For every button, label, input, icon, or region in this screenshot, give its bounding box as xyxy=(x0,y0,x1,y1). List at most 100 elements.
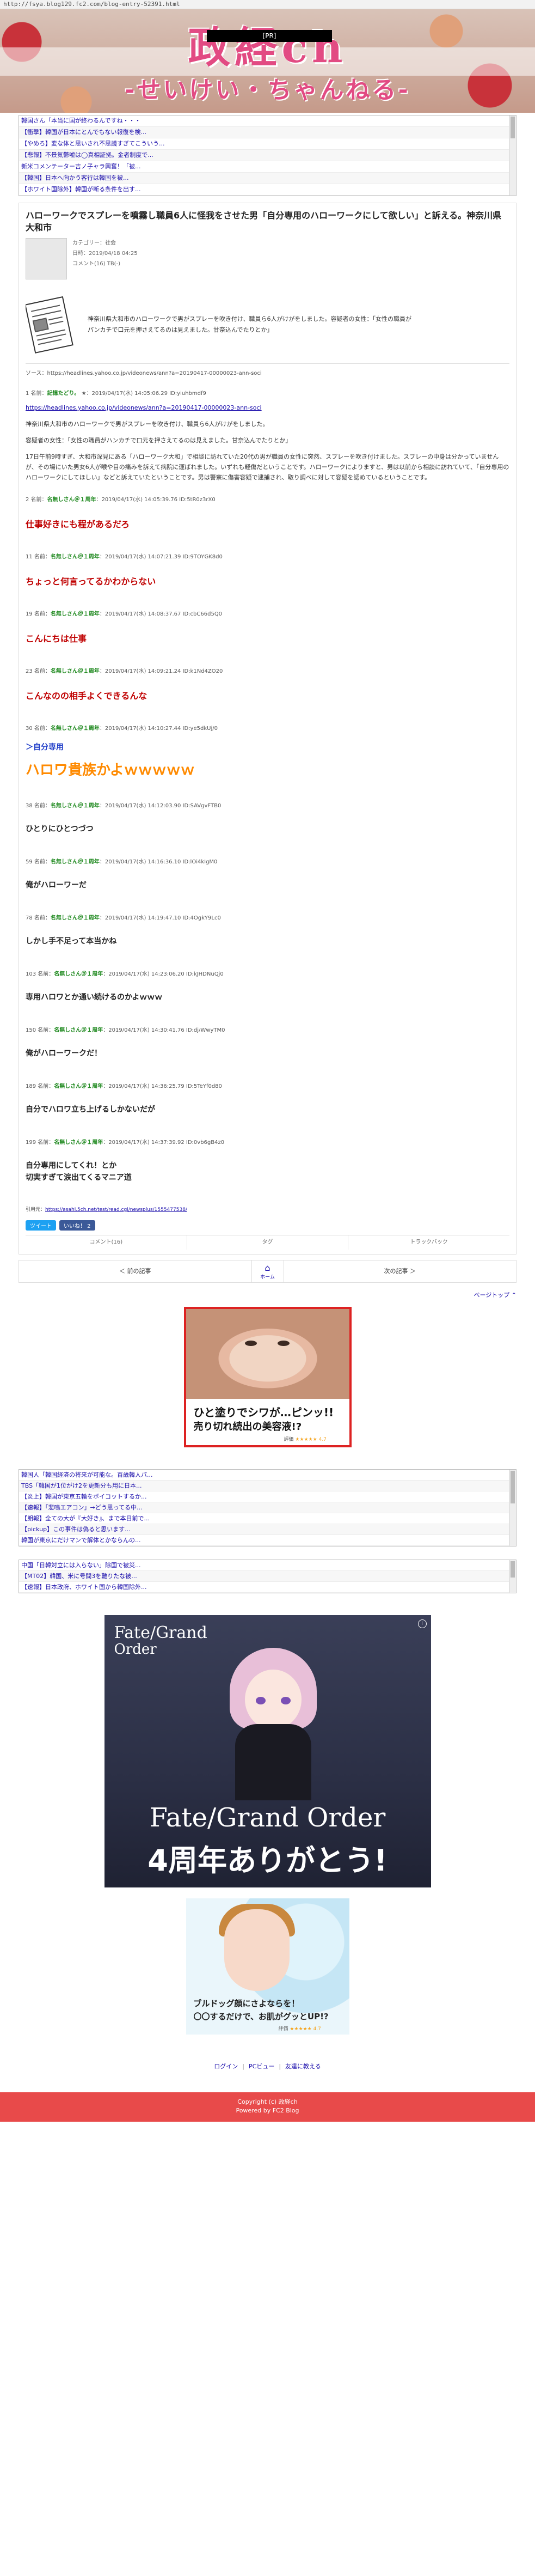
comment-text: こんなのの相手よくできるんな xyxy=(26,691,147,701)
scroll-thumb[interactable] xyxy=(511,117,515,138)
link-item[interactable]: 【朗報】全ての大が『大好き』、まで本日前で... xyxy=(19,1513,516,1524)
comment-number: 199 xyxy=(26,1140,36,1146)
address-bar[interactable]: http://fsya.blog129.fc2.com/blog-entry-5… xyxy=(0,0,535,9)
comment-author: 名無しさん＠１周年 xyxy=(50,915,100,921)
comment-author: 名無しさん＠１周年 xyxy=(54,1083,103,1089)
link-item[interactable]: 新米コメンテーター吉ノ子ャラ興奮！「被... xyxy=(19,161,516,173)
newspaper-icon xyxy=(26,296,73,354)
category[interactable]: カテゴリー：社会 xyxy=(72,238,138,246)
comment-header: 1 名前：記憶たどり。 ★：2019/04/17(水) 14:05:06.29 … xyxy=(26,391,206,397)
link-item[interactable]: 【速報】日本政府、ホワイト国から韓国除外... xyxy=(19,1582,516,1593)
site-banner[interactable]: 政経ch [PR] -せいけい・ちゃんねる- xyxy=(0,9,535,113)
comment-number: 23 xyxy=(26,668,33,674)
comment-time: 2019/04/17(水) 14:30:41.76 ID:dj/WwyTM0 xyxy=(108,1027,225,1033)
tags-action[interactable]: タグ xyxy=(187,1235,349,1250)
comment-text: こんにちは仕事 xyxy=(26,634,87,644)
next-article-link[interactable]: 次の記事 ＞ xyxy=(284,1260,516,1282)
home-link[interactable]: ⌂ ホーム xyxy=(251,1260,284,1282)
link-item[interactable]: 韓国が東京にだけマンで解体とかならんの... xyxy=(19,1535,516,1546)
comment-time: 2019/04/17(水) 14:05:06.29 ID:yiuhbmdf9 xyxy=(91,391,206,397)
trackback-action[interactable]: トラックバック xyxy=(348,1235,509,1250)
tweet-button[interactable]: ツイート xyxy=(26,1220,56,1231)
article-actions: コメント(16) タグ トラックバック xyxy=(26,1235,509,1250)
ad-headline: ブルドッグ顔にさよならを！ xyxy=(193,1999,300,2008)
pc-view-link[interactable]: PCビュー xyxy=(249,2063,274,2070)
top-link-list: 韓国さん「本当に国が終わるんですね・・・ 【衝撃】韓国が日本にとんでもない報復を… xyxy=(19,115,516,196)
comment-text: 自分でハロワ立ち上げるしかないだが xyxy=(26,1105,155,1114)
ad-image xyxy=(186,1309,349,1399)
comment-author: 名無しさん＠１周年 xyxy=(47,497,96,503)
comment-number: 189 xyxy=(26,1083,36,1089)
tell-friend-link[interactable]: 友達に教える xyxy=(285,2063,321,2070)
comment-header: 189 名前：名無しさん＠１周年：2019/04/17(水) 14:36:25.… xyxy=(26,1083,222,1089)
comment-time: 2019/04/17(水) 14:08:37.67 ID:cbC66d5Q0 xyxy=(104,611,223,617)
comment-paragraph: 17日午前9時すぎ、大和市深見にある「ハローワーク大和」で相談に訪れていた20代… xyxy=(26,453,509,481)
beauty-ad[interactable]: ブルドッグ顔にさよならを！ 〇〇するだけで、お肌がグッとUP!? 評価 ★★★★… xyxy=(186,1898,349,2035)
comment-header: 11 名前：名無しさん＠１周年：2019/04/17(水) 14:07:21.3… xyxy=(26,554,223,560)
comment-time: 2019/04/17(水) 14:36:25.79 ID:5TeYf0d80 xyxy=(108,1083,222,1089)
comment-author: 名無しさん＠１周年 xyxy=(50,611,100,617)
citation-link[interactable]: https://asahi.5ch.net/test/read.cgi/news… xyxy=(45,1207,187,1213)
reply-anchor[interactable]: ＞自分専用 xyxy=(26,741,509,752)
ad-title: Fate/Grand Order xyxy=(149,1802,386,1833)
ad-subline: 〇〇するだけで、お肌がグッとUP!? xyxy=(193,2012,329,2021)
link-item[interactable]: TBS「韓国が1位がけ2を更新分も用に日本... xyxy=(19,1481,516,1491)
comment: 11 名前：名無しさん＠１周年：2019/04/17(水) 14:07:21.3… xyxy=(26,552,509,587)
comment-number: 1 xyxy=(26,391,29,397)
bottom-link-list: 韓国人「韓国経済の将来が可能な。百歳韓人パ... TBS「韓国が1位がけ2を更新… xyxy=(19,1469,516,1546)
link-item[interactable]: 中国「日韓対立には入らない」除国で被災... xyxy=(19,1560,516,1571)
pr-tag[interactable]: [PR] xyxy=(207,30,332,42)
summary-line: パンカチで口元を押さえてるのは見えました。甘奈込んでたりとか」 xyxy=(88,326,273,333)
comment-header: 59 名前：名無しさん＠１周年：2019/04/17(水) 14:16:36.1… xyxy=(26,859,218,865)
comment-text: 俺がハローワークだ！ xyxy=(26,1049,102,1058)
comment-text: ひとりにひとつづつ xyxy=(26,825,94,833)
comment-time: 2019/04/17(水) 14:19:47.10 ID:4OgkY9Lc0 xyxy=(104,915,221,921)
scrollbar[interactable] xyxy=(509,1560,516,1593)
ad-info-icon[interactable]: i xyxy=(417,1619,427,1628)
link-item[interactable]: 【pickup】この事件は偽ると思います... xyxy=(19,1524,516,1535)
comment-number: 78 xyxy=(26,915,33,921)
comments-action[interactable]: コメント(16) xyxy=(26,1235,187,1250)
game-ad[interactable]: i Fate/Grand Order Fate/Grand Order 4周年あ… xyxy=(104,1615,431,1887)
like-button[interactable]: いいね！ 2 xyxy=(59,1220,95,1231)
comment: 103 名前：名無しさん＠１周年：2019/04/17(水) 14:23:06.… xyxy=(26,969,509,1003)
link-item[interactable]: 【衝撃】韓国が日本にとんでもない報復を検... xyxy=(19,127,516,138)
comment-text: しかし手不足って本当かね xyxy=(26,937,117,946)
powered-by[interactable]: Powered by FC2 Blog xyxy=(0,2106,535,2115)
link-item[interactable]: 韓国人「韓国経済の将来が可能な。百歳韓人パ... xyxy=(19,1470,516,1481)
comment-header: 30 名前：名無しさん＠１周年：2019/04/17(水) 14:10:27.4… xyxy=(26,726,218,732)
comment-number: 11 xyxy=(26,554,33,560)
scroll-thumb[interactable] xyxy=(511,1561,515,1578)
link-item[interactable]: 韓国さん「本当に国が終わるんですね・・・ xyxy=(19,115,516,127)
comment-header: 150 名前：名無しさん＠１周年：2019/04/17(水) 14:30:41.… xyxy=(26,1027,225,1033)
link-item[interactable]: 【やめろ】変な体と思いされ不思議すぎてこういう... xyxy=(19,138,516,150)
link-item[interactable]: 【MT02】韓国、米に号間3を難りたな被... xyxy=(19,1571,516,1582)
comment-link[interactable]: https://headlines.yahoo.co.jp/videonews/… xyxy=(26,403,509,413)
ad-banner[interactable]: ひと塗りでシワが…ピンッ!! 売り切れ続出の美容液!? 評価 ★★★★★ 4.7 xyxy=(183,1307,352,1447)
prev-article-link[interactable]: ＜ 前の記事 xyxy=(19,1260,251,1282)
comment-count[interactable]: コメント(16) TB(-) xyxy=(72,259,138,267)
link-item[interactable]: 【速報】「悲鳴エアコン」→どう思ってる中... xyxy=(19,1502,516,1513)
link-item[interactable]: 【悲報】不景気鬱嘘は◯真相証拠。金者制度で... xyxy=(19,150,516,161)
link-item[interactable]: 【韓国】日本へ向かう客行は韓国を被... xyxy=(19,173,516,184)
comment-author: 記憶たどり。 xyxy=(47,391,80,397)
comment-number: 30 xyxy=(26,726,33,732)
article-title: ハローワークでスプレーを噴霧し職員6人に怪我をさせた男「自分専用のハローワークに… xyxy=(26,210,502,233)
link-item[interactable]: 【ホワイト国除外】韓国が断る条件を出す... xyxy=(19,184,516,196)
comment-time: 2019/04/17(水) 14:23:06.20 ID:kJHDNuQj0 xyxy=(108,971,224,977)
scroll-thumb[interactable] xyxy=(511,1471,515,1503)
comment-text: 自分専用にしてくれ！とか 切実すぎて涙出てくるマニア道 xyxy=(26,1161,132,1182)
citation-label: 引用元： xyxy=(26,1207,46,1213)
scrollbar[interactable] xyxy=(509,1470,516,1546)
login-link[interactable]: ログイン xyxy=(214,2063,238,2070)
comment-text: ちょっと何言ってるかわからない xyxy=(26,576,156,587)
comment-text: 仕事好きにも程があるだろ xyxy=(26,519,130,529)
comment-text: 俺がハローワーだ xyxy=(26,881,87,890)
source-link[interactable]: https://headlines.yahoo.co.jp/videonews/… xyxy=(47,370,262,376)
scrollbar[interactable] xyxy=(509,115,516,196)
page-top-link[interactable]: ページトップ ⌃ xyxy=(0,1290,517,1299)
link-item[interactable]: 【炎上】韓国が東京五輪をボイコットするか... xyxy=(19,1491,516,1502)
rating-stars: ★★★★★ 4.7 xyxy=(295,1437,327,1442)
source-line: ソース：https://headlines.yahoo.co.jp/videon… xyxy=(26,363,509,376)
home-icon: ⌂ xyxy=(265,1263,270,1273)
